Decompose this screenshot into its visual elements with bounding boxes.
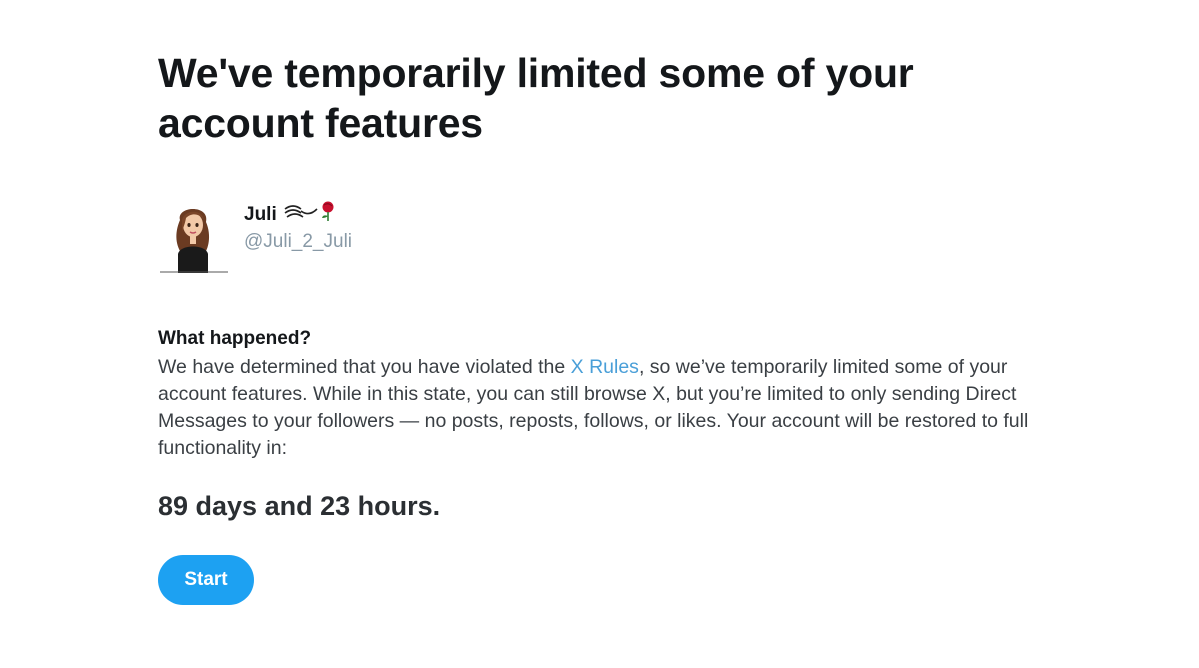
display-name-text: Juli — [244, 204, 277, 225]
x-rules-link[interactable]: X Rules — [571, 356, 639, 378]
what-happened-section: What happened? We have determined that y… — [158, 326, 1038, 462]
main-content: We've temporarily limited some of your a… — [158, 48, 1038, 605]
what-happened-title: What happened? — [158, 328, 312, 349]
page-title: We've temporarily limited some of your a… — [158, 50, 914, 146]
avatar — [158, 198, 230, 273]
account-card: Juli @Juli_2_Juli — [158, 198, 352, 273]
restriction-countdown: 89 days and 23 hours. — [158, 491, 441, 521]
rose-emoji-icon — [283, 200, 339, 230]
account-names: Juli @Juli_2_Juli — [244, 200, 352, 254]
what-happened-body: We have determined that you have violate… — [158, 354, 1038, 462]
avatar-image — [160, 209, 228, 273]
start-button[interactable]: Start — [158, 555, 254, 605]
display-name: Juli — [244, 200, 352, 230]
limited-account-page: We've temporarily limited some of your a… — [0, 0, 1199, 668]
account-handle: @Juli_2_Juli — [244, 231, 353, 252]
body-text-before-link: We have determined that you have violate… — [158, 356, 571, 378]
